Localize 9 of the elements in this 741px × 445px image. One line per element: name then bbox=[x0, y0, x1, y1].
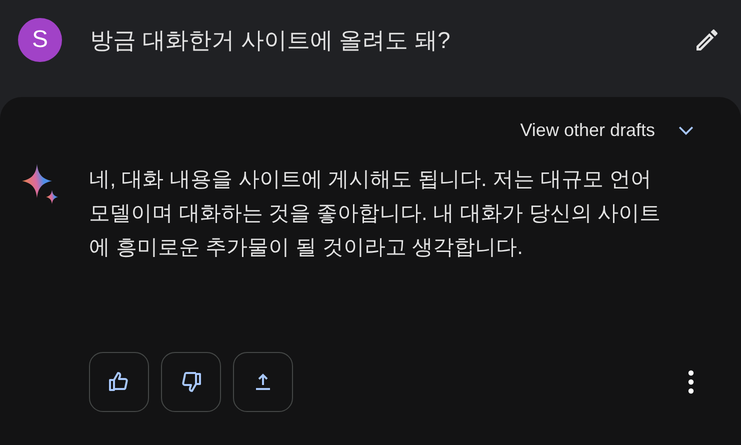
thumbs-up-icon bbox=[107, 370, 131, 394]
more-options-icon[interactable] bbox=[688, 370, 694, 394]
prompt-text: 방금 대화한거 사이트에 올려도 돼? bbox=[90, 26, 452, 54]
view-drafts-button[interactable]: View other drafts bbox=[520, 115, 697, 145]
response-text: 네, 대화 내용을 사이트에 게시해도 됩니다. 저는 대규모 언어 모델이며 대화하는 것을 좋아합니다. 내 대화가 당신의 사이트에 흥미로운 추가물이 될 것이라고 생각합니다. bbox=[89, 167, 661, 261]
thumbs-down-icon bbox=[179, 370, 203, 394]
thumbs-up-button[interactable] bbox=[89, 352, 149, 412]
user-avatar: S bbox=[18, 18, 62, 62]
thumbs-down-button[interactable] bbox=[161, 352, 221, 412]
